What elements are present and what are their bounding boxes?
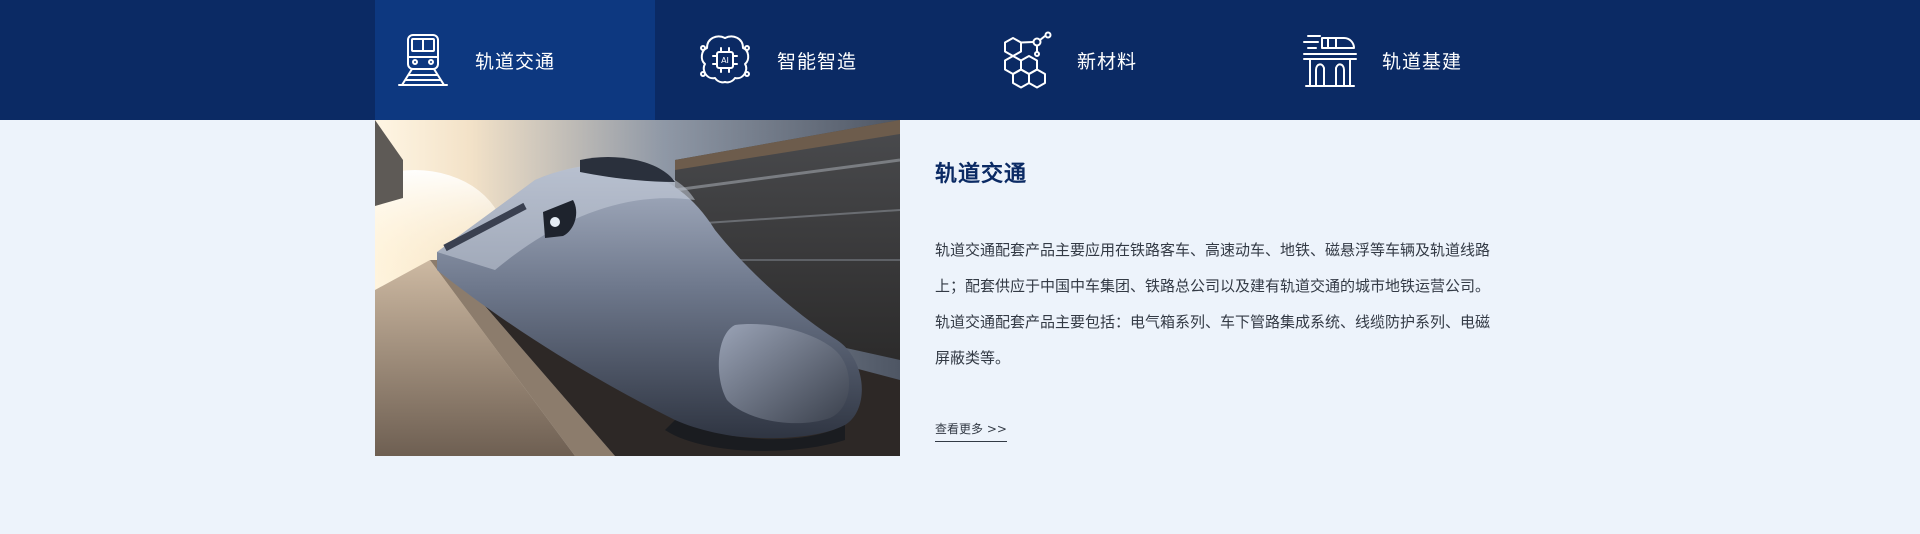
molecule-icon — [1004, 31, 1052, 89]
svg-text:AI: AI — [721, 56, 729, 65]
tab-label: 轨道交通 — [475, 50, 556, 73]
description-line: 上；配套供应于中国中车集团、铁路总公司以及建有轨道交通的城市地铁运营公司。 — [935, 277, 1491, 295]
description-line: 屏蔽类等。 — [935, 349, 1011, 367]
category-tabs: 轨道交通 AI 智能智造 新材料 轨道基建 — [375, 0, 1920, 120]
tab-new-materials[interactable]: 新材料 — [995, 0, 1255, 120]
description-line: 轨道交通配套产品主要应用在铁路客车、高速动车、地铁、磁悬浮等车辆及轨道线路 — [935, 241, 1491, 259]
railway-bridge-icon — [1303, 35, 1357, 87]
train-photo — [375, 120, 900, 456]
section-title: 轨道交通 — [935, 162, 1028, 187]
tab-label: 新材料 — [1077, 50, 1138, 73]
view-more-link[interactable]: 查看更多 >> — [935, 420, 1007, 442]
description-line: 轨道交通配套产品主要包括：电气箱系列、车下管路集成系统、线缆防护系列、电磁 — [935, 313, 1491, 331]
category-nav-bar: 轨道交通 AI 智能智造 新材料 轨道基建 — [0, 0, 1920, 120]
tab-rail-infrastructure[interactable]: 轨道基建 — [1300, 0, 1560, 120]
tab-label: 智能智造 — [777, 50, 858, 73]
section-description: 轨道交通配套产品主要应用在铁路客车、高速动车、地铁、磁悬浮等车辆及轨道线路 上；… — [935, 232, 1535, 376]
tab-label: 轨道基建 — [1382, 50, 1463, 73]
tab-smart-manufacturing[interactable]: AI 智能智造 — [695, 0, 955, 120]
train-icon — [398, 34, 448, 86]
tab-rail-transit[interactable]: 轨道交通 — [375, 0, 655, 120]
chip-icon: AI — [700, 35, 750, 84]
